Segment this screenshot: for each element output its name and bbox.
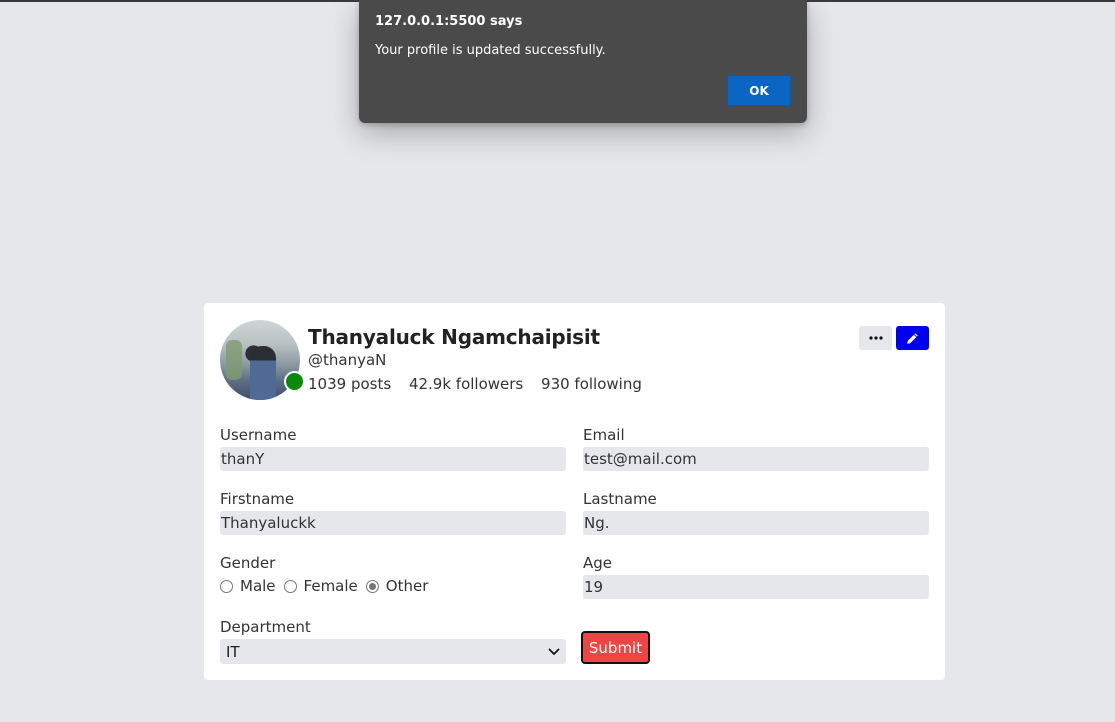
username-input[interactable] (220, 447, 566, 471)
gender-option-male-label: Male (240, 577, 276, 595)
firstname-input[interactable] (220, 511, 566, 535)
submit-button[interactable]: Submit (581, 631, 650, 664)
lastname-label: Lastname (583, 490, 657, 508)
department-selected-value: IT (226, 642, 240, 661)
followers-count: 42.9k followers (408, 375, 524, 393)
email-label: Email (583, 426, 625, 444)
following-count: 930 following (541, 375, 642, 393)
profile-handle: @thanyaN (308, 351, 387, 369)
gender-radio-other[interactable] (365, 579, 379, 593)
chevron-down-icon (548, 648, 560, 655)
ellipsis-icon (868, 336, 883, 340)
username-label: Username (220, 426, 297, 444)
age-input[interactable] (583, 575, 929, 599)
gender-radio-male[interactable] (220, 579, 233, 593)
age-label: Age (583, 554, 613, 572)
gender-radio-female[interactable] (283, 579, 297, 593)
more-options-button[interactable] (859, 326, 892, 350)
profile-name: Thanyaluck Ngamchaipisit (308, 325, 600, 349)
online-status-indicator (284, 371, 305, 392)
edit-profile-button[interactable] (896, 326, 929, 350)
gender-label: Gender (220, 554, 276, 572)
email-input[interactable] (583, 447, 929, 471)
gender-radio-group: Male Female Other (220, 577, 436, 595)
lastname-input[interactable] (583, 511, 929, 535)
pencil-icon (907, 332, 918, 344)
dialog-ok-button[interactable]: OK (727, 75, 791, 106)
profile-stats: 1039 posts 42.9k followers 930 following (308, 375, 655, 393)
dialog-origin: 127.0.0.1:5500 says (375, 14, 523, 29)
department-select[interactable]: IT (220, 639, 566, 664)
firstname-label: Firstname (220, 490, 295, 508)
profile-card: Thanyaluck Ngamchaipisit @thanyaN 1039 p… (204, 303, 945, 680)
department-label: Department (220, 618, 311, 636)
posts-count: 1039 posts (308, 375, 392, 393)
gender-option-other-label: Other (385, 577, 429, 595)
alert-dialog: 127.0.0.1:5500 says Your profile is upda… (359, 0, 807, 123)
dialog-message: Your profile is updated successfully. (375, 43, 606, 58)
gender-option-female-label: Female (303, 577, 358, 595)
avatar-background-plant (226, 340, 242, 380)
avatar-person (250, 346, 276, 400)
